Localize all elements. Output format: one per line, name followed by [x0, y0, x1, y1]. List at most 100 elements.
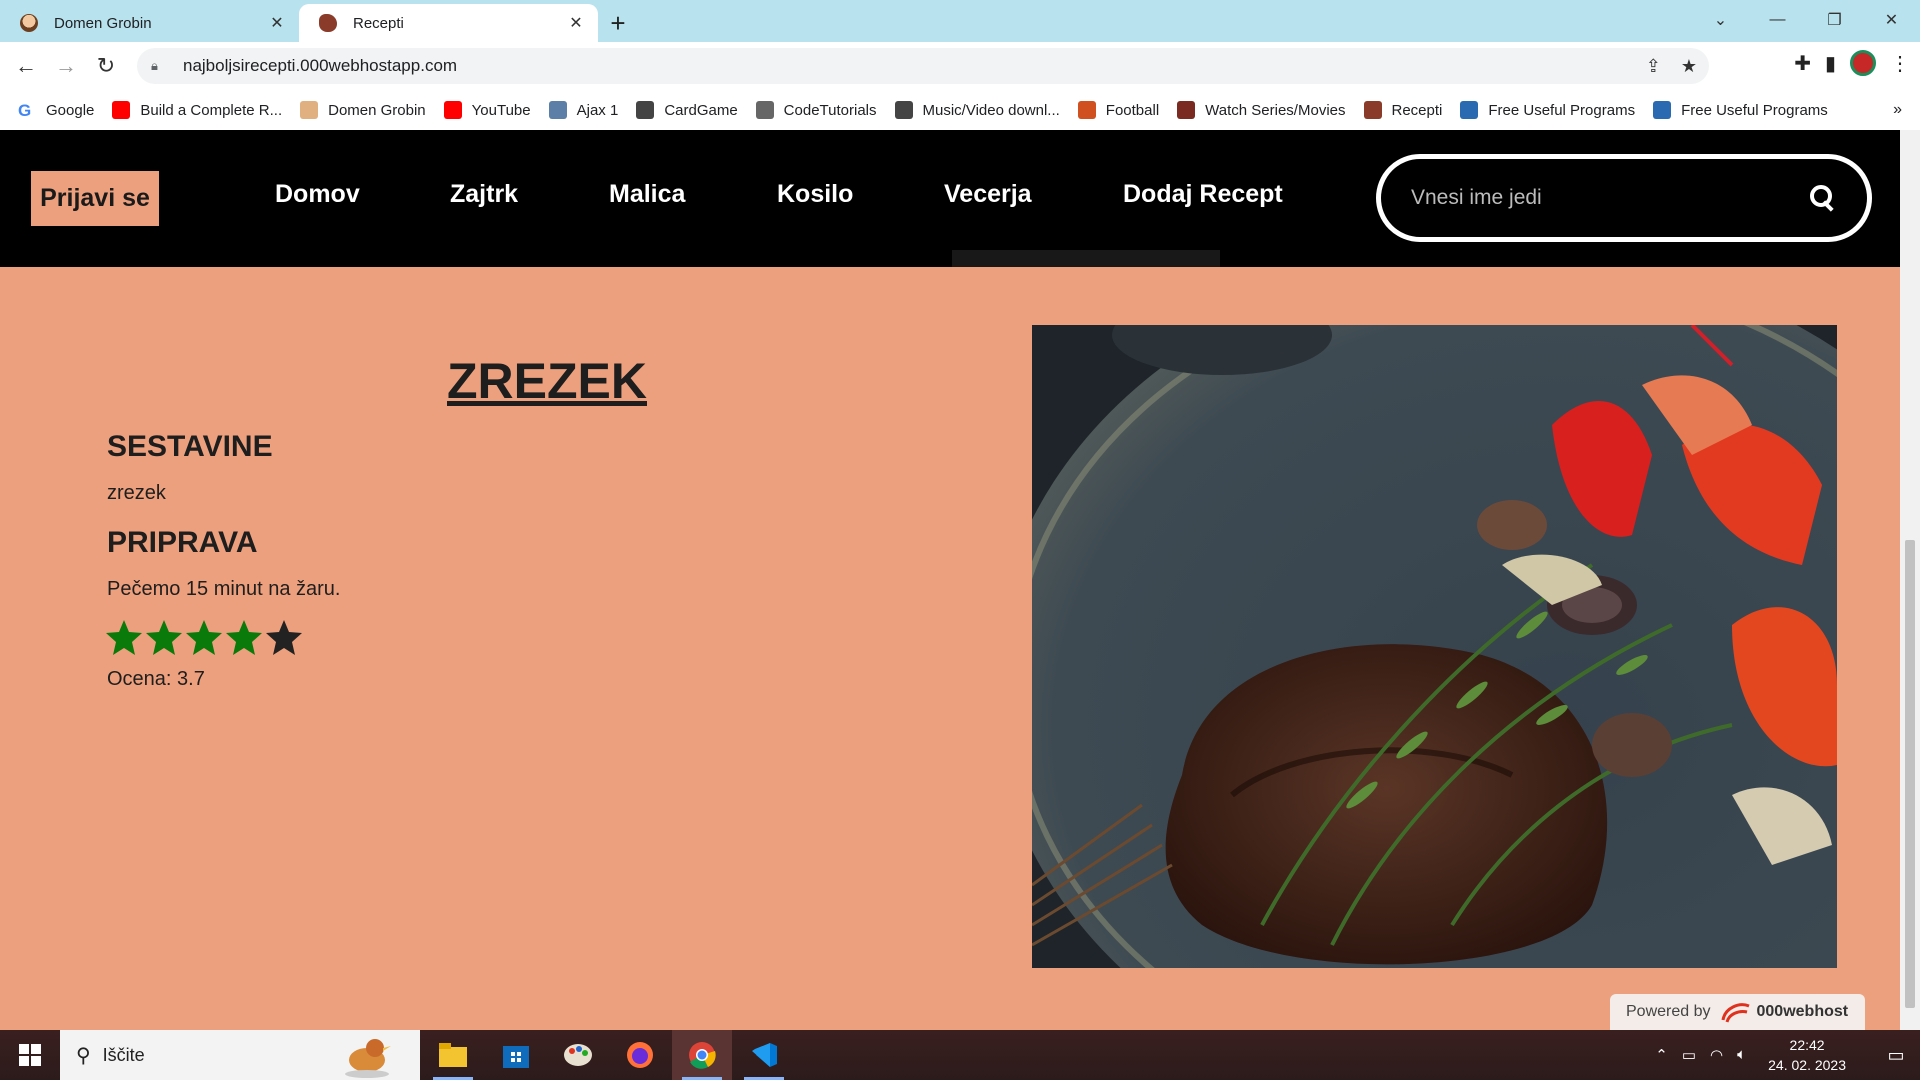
star-empty-icon[interactable]	[264, 618, 304, 658]
battery-icon[interactable]: ▭	[1682, 1046, 1696, 1064]
address-bar[interactable]: 🔒︎ najboljsirecepti.000webhostapp.com ⇪ …	[137, 48, 1709, 84]
extensions-icon[interactable]: ✚	[1794, 51, 1811, 76]
film-icon	[894, 101, 913, 119]
tab-title: Recepti	[353, 14, 404, 32]
bookmark-label: Build a Complete R...	[140, 101, 283, 119]
vscode-icon[interactable]	[734, 1030, 794, 1080]
tab-recepti[interactable]: Recepti ✕	[299, 4, 598, 42]
menu-kebab-icon[interactable]: ⋮	[1890, 51, 1910, 76]
window-controls: ⌄ — ❐ ✕	[1692, 0, 1920, 40]
bookmark-item[interactable]: YouTube	[443, 101, 531, 119]
close-icon[interactable]: ✕	[267, 13, 287, 33]
bookmark-label: Music/Video downl...	[922, 101, 1060, 119]
preparation-heading: PRIPRAVA	[107, 526, 258, 559]
back-button[interactable]: ←	[6, 46, 46, 86]
person-icon	[1077, 101, 1096, 119]
steak-icon	[1363, 101, 1382, 119]
tv-icon	[1177, 101, 1196, 119]
app-icon	[1653, 101, 1672, 119]
menu-item-dodaj-recept[interactable]: Dodaj Recept	[1123, 180, 1283, 209]
close-window-button[interactable]: ✕	[1863, 0, 1920, 40]
wifi-icon[interactable]: ◠	[1710, 1046, 1723, 1064]
login-button[interactable]: Prijavi se	[31, 171, 159, 226]
bookmark-label: Watch Series/Movies	[1205, 101, 1346, 119]
chrome-icon[interactable]	[672, 1030, 732, 1080]
bookmark-item[interactable]: Free Useful Programs	[1653, 101, 1828, 119]
search-input[interactable]	[1411, 186, 1809, 210]
firefox-icon[interactable]	[610, 1030, 670, 1080]
side-panel-icon[interactable]: ▮	[1825, 51, 1836, 76]
page-scrollbar[interactable]	[1900, 130, 1920, 1030]
reload-button[interactable]: ↻	[86, 46, 126, 86]
browser-toolbar: ← → ↻ 🔒︎ najboljsirecepti.000webhostapp.…	[0, 42, 1920, 90]
menu-item-kosilo[interactable]: Kosilo	[777, 180, 853, 209]
star-filled-icon[interactable]	[184, 618, 224, 658]
new-tab-button[interactable]: +	[598, 4, 638, 42]
bookmark-item[interactable]: Free Useful Programs	[1460, 101, 1635, 119]
star-filled-icon[interactable]	[224, 618, 264, 658]
avatar-icon	[20, 14, 38, 32]
bookmark-star-icon[interactable]: ★	[1681, 56, 1697, 77]
menu-item-domov[interactable]: Domov	[275, 180, 360, 209]
file-explorer-icon[interactable]	[423, 1030, 483, 1080]
share-icon[interactable]: ⇪	[1646, 56, 1661, 77]
tab-title: Domen Grobin	[54, 14, 152, 32]
url-text[interactable]: najboljsirecepti.000webhostapp.com	[183, 56, 457, 76]
app-icon	[1460, 101, 1479, 119]
lock-icon[interactable]: 🔒︎	[151, 58, 171, 74]
preparation-text: Pečemo 15 minut na žaru.	[107, 578, 341, 600]
recipe-image	[1032, 325, 1837, 968]
bookmark-item[interactable]: Music/Video downl...	[894, 101, 1060, 119]
google-icon: G	[18, 101, 32, 120]
powered-by-badge[interactable]: Powered by 000webhost	[1610, 994, 1865, 1030]
bookmark-item[interactable]: Watch Series/Movies	[1177, 101, 1346, 119]
bookmark-item[interactable]: Recepti	[1363, 101, 1442, 119]
taskbar-search-label: Iščite	[102, 1044, 145, 1065]
chevron-up-icon[interactable]: ⌃	[1655, 1046, 1668, 1064]
bookmark-item[interactable]: Ajax 1	[548, 101, 618, 119]
steak-plate-illustration	[1032, 325, 1837, 968]
windows-start-button[interactable]	[0, 1030, 60, 1080]
restore-button[interactable]: ❐	[1806, 0, 1863, 40]
bookmark-item[interactable]: Build a Complete R...	[112, 101, 282, 119]
scrollbar-thumb[interactable]	[1905, 540, 1915, 1008]
search-icon[interactable]	[1809, 184, 1837, 212]
paint-icon[interactable]	[548, 1030, 608, 1080]
site-navbar: Prijavi se Domov Zajtrk Malica Kosilo Ve…	[0, 130, 1900, 267]
rating-stars[interactable]	[104, 618, 304, 658]
recipe-title: ZREZEK	[447, 353, 647, 409]
store-icon[interactable]	[486, 1030, 546, 1080]
taskbar-search[interactable]: ⚲ Iščite	[60, 1030, 420, 1080]
bookmark-item[interactable]: G Google	[18, 101, 94, 120]
notification-icon[interactable]: ▭	[1872, 1045, 1920, 1066]
page-viewport: Prijavi se Domov Zajtrk Malica Kosilo Ve…	[0, 130, 1900, 1030]
minimize-button[interactable]: —	[1749, 0, 1806, 40]
menu-item-vecerja[interactable]: Vecerja	[944, 180, 1032, 209]
steak-icon	[319, 14, 337, 32]
bookmarks-bar: G Google Build a Complete R... Domen Grobin…	[0, 90, 1920, 130]
bookmark-item[interactable]: Football	[1077, 101, 1160, 119]
bookmarks-overflow-button[interactable]: »	[1893, 101, 1902, 119]
menu-item-malica[interactable]: Malica	[609, 180, 685, 209]
tab-domen-grobin[interactable]: Domen Grobin ✕	[0, 4, 299, 42]
bookmark-label: Free Useful Programs	[1681, 101, 1828, 119]
bookmark-item[interactable]: CodeTutorials	[755, 101, 877, 119]
bookmark-label: Football	[1105, 101, 1160, 119]
star-filled-icon[interactable]	[144, 618, 184, 658]
menu-item-zajtrk[interactable]: Zajtrk	[450, 180, 518, 209]
clock-date: 24. 02. 2023	[1768, 1057, 1846, 1073]
tab-search-icon[interactable]: ⌄	[1692, 0, 1749, 40]
forward-button[interactable]: →	[46, 46, 86, 86]
close-icon[interactable]: ✕	[566, 13, 586, 33]
monitor-icon	[548, 101, 567, 119]
bookmark-item[interactable]: CardGame	[636, 101, 738, 119]
os-taskbar: ⚲ Iščite ⌃ ▭ ◠ 🔈︎ 22:42 24. 02. 2023 ▭	[0, 1030, 1920, 1080]
volume-icon[interactable]: 🔈︎	[1737, 1046, 1746, 1064]
star-filled-icon[interactable]	[104, 618, 144, 658]
cards-icon	[636, 101, 655, 119]
book-icon	[755, 101, 774, 119]
system-tray: ⌃ ▭ ◠ 🔈︎ 22:42 24. 02. 2023 ▭	[1655, 1030, 1920, 1080]
profile-avatar[interactable]	[1850, 50, 1876, 76]
clock[interactable]: 22:42 24. 02. 2023	[1768, 1035, 1846, 1075]
bookmark-item[interactable]: Domen Grobin	[300, 101, 426, 119]
